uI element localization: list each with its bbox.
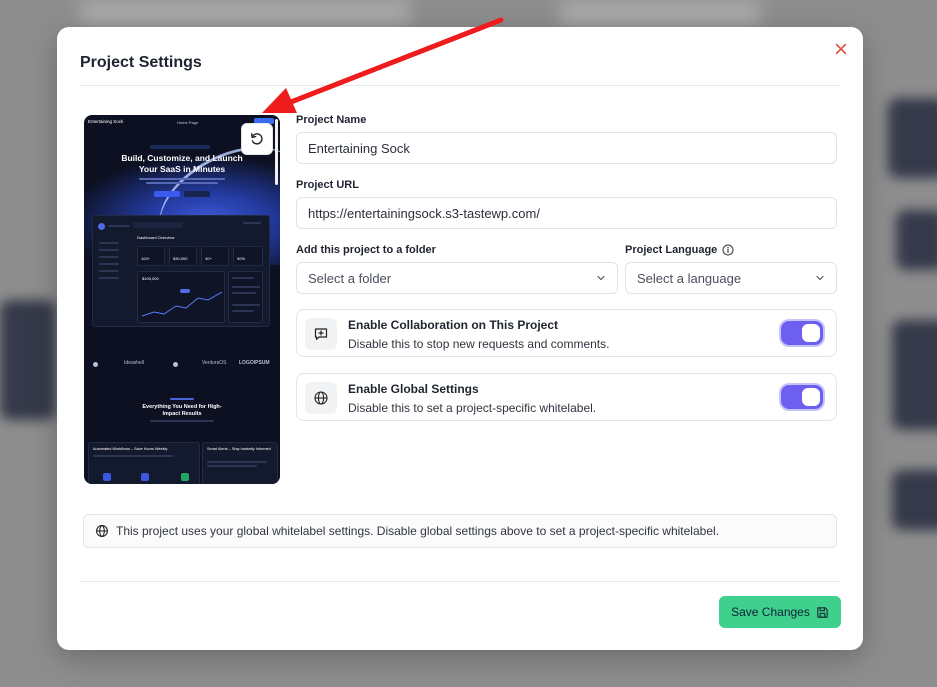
language-label-row: Project Language <box>625 244 734 256</box>
project-name-input[interactable]: Entertaining Sock <box>296 132 837 164</box>
preview-section-line-1: Everything You Need for High- <box>142 404 222 410</box>
collaboration-toggle-switch[interactable] <box>781 321 823 345</box>
modal-title: Project Settings <box>80 54 202 71</box>
message-plus-icon <box>305 318 337 350</box>
project-url-input[interactable]: https://entertainingsock.s3-tastewp.com/ <box>296 197 837 229</box>
preview-nav-text: Home Page <box>177 120 199 125</box>
preview-section-line-2: Impact Results <box>162 411 202 417</box>
preview-hero-line-2: Your SaaS in Minutes <box>138 164 226 174</box>
language-select-value: Select a language <box>637 270 742 286</box>
refresh-icon <box>250 133 263 145</box>
close-icon[interactable] <box>833 41 849 57</box>
footer-divider <box>80 581 840 582</box>
preview-logo-ideashell: Ideashell <box>124 360 145 366</box>
chevron-down-icon <box>816 275 824 281</box>
globe-icon <box>96 525 108 537</box>
preview-dashboard-value: $109,000 <box>142 276 159 281</box>
folder-select[interactable]: Select a folder <box>296 262 618 294</box>
project-settings-modal: Project Settings Entertaining Sock Home … <box>57 27 863 650</box>
preview-logo-venturaos: VenturaOS <box>202 360 227 366</box>
project-url-label: Project URL <box>296 179 359 191</box>
whitelabel-info-text: This project uses your global whitelabel… <box>116 524 719 538</box>
info-icon[interactable] <box>722 244 734 256</box>
collaboration-toggle-card: Enable Collaboration on This Project Dis… <box>296 309 837 357</box>
collaboration-description: Disable this to stop new requests and co… <box>348 337 610 351</box>
save-changes-label: Save Changes <box>731 605 810 619</box>
save-changes-button[interactable]: Save Changes <box>719 596 841 628</box>
globe-icon <box>305 382 337 414</box>
global-settings-description: Disable this to set a project-specific w… <box>348 401 597 415</box>
language-label: Project Language <box>625 244 718 256</box>
preview-site-name: Entertaining Sock <box>88 119 124 124</box>
folder-label: Add this project to a folder <box>296 244 436 256</box>
project-preview-thumbnail: Entertaining Sock Home Page Build, Custo… <box>84 115 280 484</box>
save-icon <box>817 606 828 618</box>
global-settings-toggle-card: Enable Global Settings Disable this to s… <box>296 373 837 421</box>
preview-card-1: Automated Workflows – Save Hours Weekly <box>93 447 168 451</box>
global-settings-title: Enable Global Settings <box>348 382 479 396</box>
project-name-label: Project Name <box>296 114 367 126</box>
preview-logo-logoipsum: LOGOIPSUM <box>239 360 270 366</box>
folder-select-value: Select a folder <box>308 270 392 286</box>
preview-scrollbar[interactable] <box>275 119 278 185</box>
language-select[interactable]: Select a language <box>625 262 837 294</box>
refresh-preview-button[interactable] <box>241 123 273 155</box>
preview-dashboard-title: Dashboard Overview <box>137 235 175 240</box>
whitelabel-info-bar: This project uses your global whitelabel… <box>83 514 837 548</box>
preview-card-2: Smart Alerts – Stay Instantly Informed <box>207 447 271 451</box>
chevron-down-icon <box>597 275 605 281</box>
collaboration-title: Enable Collaboration on This Project <box>348 318 559 332</box>
global-settings-toggle-switch[interactable] <box>781 385 823 409</box>
header-divider <box>80 85 840 86</box>
